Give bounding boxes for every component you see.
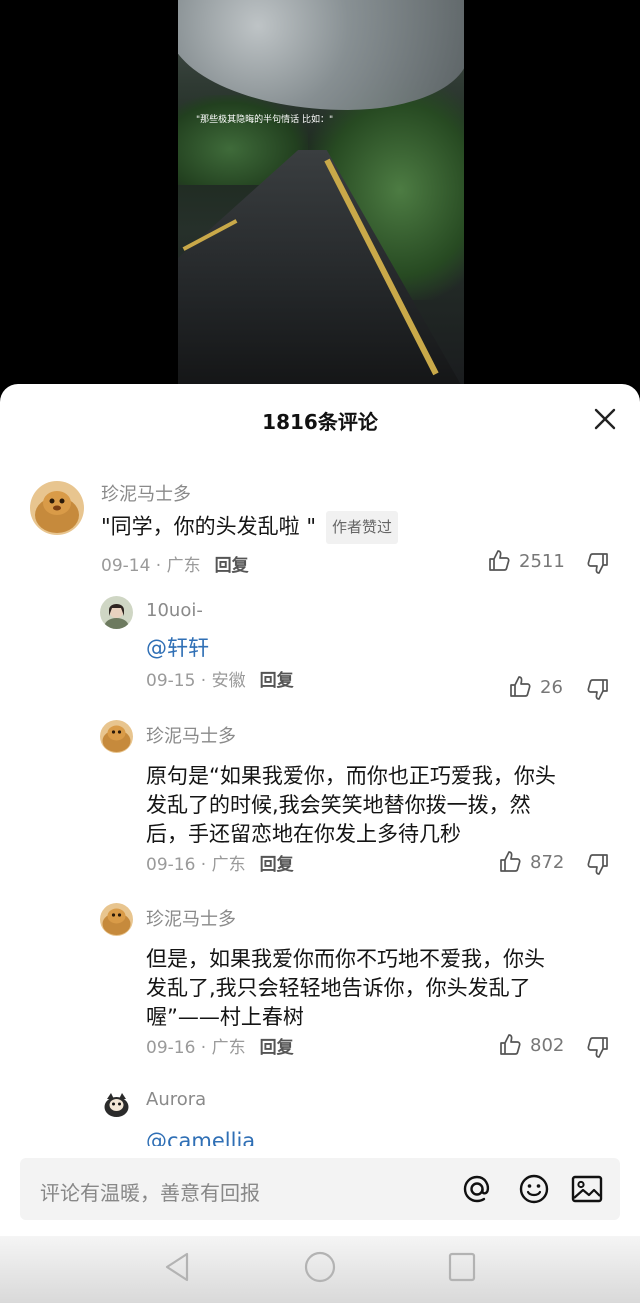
comment-meta: 09-15 · 安徽 回复 (146, 666, 294, 691)
reply-item: Aurora @camellia (0, 1087, 640, 1146)
avatar[interactable] (100, 903, 133, 936)
comment-line: 发乱了,我只会轻轻地告诉你，你头发乱了 (146, 976, 531, 1000)
reply-button[interactable]: 回复 (215, 556, 249, 576)
avatar[interactable] (30, 481, 84, 535)
reply-item: 珍泥马士多 原句是“如果我爱你，而你也正巧爱我，你头 发乱了的时候,我会笑笑地替… (0, 720, 640, 890)
like-count: 872 (530, 851, 565, 873)
comment-username[interactable]: 珍泥马士多 (146, 722, 236, 748)
comment-username[interactable]: 10uoi- (146, 600, 203, 621)
sheet-header: 1816条评论 (0, 384, 640, 456)
thumbs-up-icon (510, 676, 531, 697)
like-button[interactable]: 2511 (487, 549, 565, 573)
thumbs-down-icon[interactable] (586, 551, 610, 575)
comment-list[interactable]: 珍泥马士多 "同学，你的头发乱啦 " 作者赞过 09-14 · 广东 回复 2511 (0, 466, 640, 1146)
comment-line: 发乱了的时候,我会笑笑地替你拨一拨，然 (146, 793, 531, 817)
close-icon[interactable] (592, 406, 618, 432)
back-nav-icon[interactable] (162, 1250, 192, 1284)
avatar[interactable] (100, 1087, 133, 1120)
comment-text: 原句是“如果我爱你，而你也正巧爱我，你头 发乱了的时候,我会笑笑地替你拨一拨，然… (146, 762, 556, 849)
comment-username[interactable]: Aurora (146, 1089, 206, 1110)
thumbs-up-icon (500, 1034, 521, 1055)
like-button[interactable]: 872 (498, 850, 564, 874)
comment-item: 珍泥马士多 "同学，你的头发乱啦 " 作者赞过 09-14 · 广东 回复 2511 (0, 466, 640, 578)
comment-username[interactable]: 珍泥马士多 (101, 480, 191, 506)
like-count: 2511 (519, 550, 565, 572)
comment-sheet: 1816条评论 珍泥马士多 "同学，你的头发乱啦 " 作者赞过 09-14 · … (0, 384, 640, 1303)
thumbs-down-icon[interactable] (586, 1035, 610, 1059)
umbrella (178, 0, 464, 110)
avatar[interactable] (100, 720, 133, 753)
comment-input-placeholder[interactable]: 评论有温暖，善意有回报 (40, 1177, 260, 1206)
author-liked-badge: 作者赞过 (326, 511, 399, 544)
comment-text-body: "同学，你的头发乱啦 " (101, 514, 316, 539)
home-nav-icon[interactable] (303, 1250, 337, 1284)
thumbs-up-icon (500, 851, 521, 872)
comment-date: 09-16 · 广东 (146, 855, 246, 875)
like-count: 26 (540, 676, 563, 698)
avatar[interactable] (100, 596, 133, 629)
comment-line: 原句是“如果我爱你，而你也正巧爱我，你头 (146, 764, 556, 788)
thumbs-down-icon[interactable] (586, 852, 610, 876)
comment-username[interactable]: 珍泥马士多 (146, 905, 236, 931)
video-frame[interactable]: "那些极其隐晦的半句情话 比如：" (178, 0, 464, 384)
image-icon[interactable] (570, 1172, 604, 1206)
at-mention-icon[interactable] (460, 1172, 494, 1206)
comment-input-bar[interactable]: 评论有温暖，善意有回报 (20, 1158, 620, 1220)
reply-button[interactable]: 回复 (260, 671, 294, 691)
comment-meta: 09-14 · 广东 回复 (101, 551, 249, 576)
reply-button[interactable]: 回复 (260, 1038, 294, 1058)
comment-line: 后，手还留恋地在你发上多待几秒 (146, 822, 461, 846)
comment-line: 喔”——村上春树 (146, 1005, 304, 1029)
reply-item: 10uoi- @轩轩 09-15 · 安徽 回复 26 (0, 596, 640, 708)
comment-text: 但是，如果我爱你而你不巧地不爱我，你头 发乱了,我只会轻轻地告诉你，你头发乱了 … (146, 945, 545, 1032)
comment-meta: 09-16 · 广东 回复 (146, 850, 294, 875)
comment-count-title: 1816条评论 (262, 410, 378, 434)
mention-link[interactable]: @轩轩 (146, 634, 209, 663)
like-button[interactable]: 802 (498, 1033, 564, 1057)
comment-line: 但是，如果我爱你而你不巧地不爱我，你头 (146, 947, 545, 971)
reply-button[interactable]: 回复 (260, 855, 294, 875)
thumbs-up-icon (489, 550, 510, 571)
system-nav-bar (0, 1236, 640, 1303)
comment-date: 09-15 · 安徽 (146, 671, 246, 691)
mention-link[interactable]: @camellia (146, 1127, 255, 1146)
like-count: 802 (530, 1034, 565, 1056)
emoji-icon[interactable] (517, 1172, 551, 1206)
like-button[interactable]: 26 (508, 675, 563, 699)
comment-text: "同学，你的头发乱啦 " 作者赞过 (101, 511, 399, 544)
video-area[interactable]: "那些极其隐晦的半句情话 比如：" (0, 0, 640, 400)
video-caption: "那些极其隐晦的半句情话 比如：" (196, 115, 334, 125)
thumbs-down-icon[interactable] (586, 677, 610, 701)
comment-date: 09-16 · 广东 (146, 1038, 246, 1058)
recents-nav-icon[interactable] (447, 1250, 477, 1284)
comment-date: 09-14 · 广东 (101, 556, 201, 576)
comment-meta: 09-16 · 广东 回复 (146, 1033, 294, 1058)
reply-item: 珍泥马士多 但是，如果我爱你而你不巧地不爱我，你头 发乱了,我只会轻轻地告诉你，… (0, 903, 640, 1073)
